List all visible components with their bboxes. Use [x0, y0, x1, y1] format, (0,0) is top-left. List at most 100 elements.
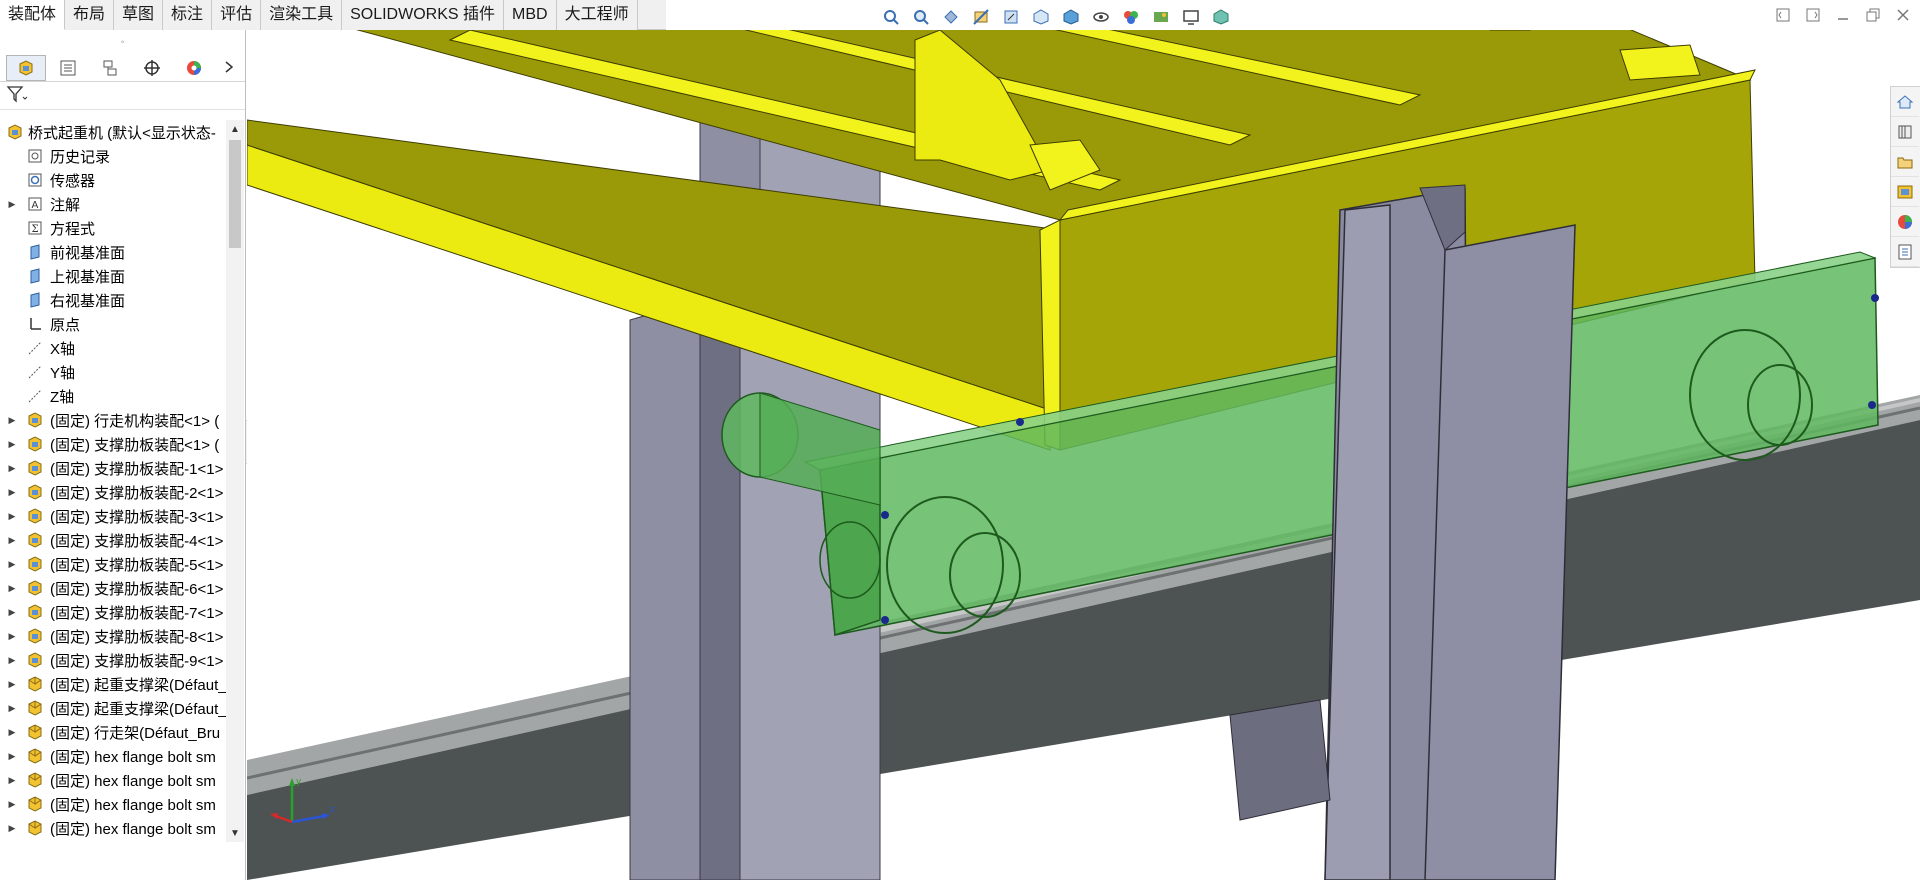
tree-item[interactable]: 上视基准面 — [0, 264, 226, 288]
tree-item[interactable]: ▶ (固定) 行走架(Défaut_Bru — [0, 720, 226, 744]
scroll-thumb[interactable] — [229, 140, 241, 248]
tree-item[interactable]: ▶ (固定) 支撑肋板装配-8<1> — [0, 624, 226, 648]
tree-item[interactable]: ▶(固定) hex flange bolt sm — [0, 816, 226, 840]
sensor-icon — [26, 171, 44, 189]
expand-arrow-icon[interactable]: ▶ — [6, 487, 18, 498]
chevron-right-icon[interactable] — [219, 57, 239, 77]
expand-arrow-icon[interactable]: ▶ — [6, 631, 18, 642]
tree-item[interactable]: ▶ (固定) 支撑肋板装配-4<1> — [0, 528, 226, 552]
custom-properties-icon[interactable] — [1891, 237, 1919, 267]
tree-item[interactable]: ▶ (固定) 支撑肋板装配-9<1> — [0, 648, 226, 672]
display-pane-icon[interactable] — [1210, 6, 1232, 28]
tree-item[interactable]: ▶ (固定) 支撑肋板装配-7<1> — [0, 600, 226, 624]
tree-item[interactable]: ▶(固定) hex flange bolt sm — [0, 744, 226, 768]
restore-left-icon[interactable] — [1774, 6, 1792, 24]
graphics-viewport[interactable]: z y — [247, 30, 1920, 880]
tree-item[interactable]: Y轴 — [0, 360, 226, 384]
file-explorer-icon[interactable] — [1891, 147, 1919, 177]
tree-item[interactable]: ▶ (固定) 支撑肋板装配-3<1> — [0, 504, 226, 528]
minimize-icon[interactable] — [1834, 6, 1852, 24]
expand-arrow-icon[interactable]: ▶ — [6, 775, 18, 786]
expand-arrow-icon[interactable]: ▶ — [6, 463, 18, 474]
design-library-icon[interactable] — [1891, 117, 1919, 147]
tree-item[interactable]: ▶ A 注解 — [0, 192, 226, 216]
configuration-manager-tab-icon[interactable] — [90, 55, 130, 81]
tab-3[interactable]: 标注 — [163, 0, 213, 30]
tree-item[interactable]: ▶ (固定) 起重支撑梁(Défaut_ — [0, 696, 226, 720]
view-palette-icon[interactable] — [1891, 177, 1919, 207]
tab-2[interactable]: 草图 — [114, 0, 164, 30]
tree-item[interactable]: X轴 — [0, 336, 226, 360]
tab-6[interactable]: SOLIDWORKS 插件 — [342, 0, 505, 30]
property-manager-tab-icon[interactable] — [48, 55, 88, 81]
expand-arrow-icon[interactable]: ▶ — [6, 751, 18, 762]
feature-manager-panel: ◦ 桥式起重机 (默认<显示状态- 历史记录 传感器 ▶ A 注解 Σ 方程式 前视基准面 上视… — [0, 30, 246, 880]
tree-root-assembly[interactable]: 桥式起重机 (默认<显示状态- — [0, 120, 226, 144]
tree-item[interactable]: ▶ (固定) 起重支撑梁(Défaut_ — [0, 672, 226, 696]
section-view-icon[interactable] — [970, 6, 992, 28]
close-icon[interactable] — [1894, 6, 1912, 24]
tree-item[interactable]: ▶ (固定) 支撑肋板装配-6<1> — [0, 576, 226, 600]
expand-arrow-icon[interactable]: ▶ — [6, 583, 18, 594]
tab-7[interactable]: MBD — [504, 0, 557, 30]
scroll-up-icon[interactable]: ▲ — [226, 120, 244, 138]
edit-appearance-icon[interactable] — [1120, 6, 1142, 28]
view-orientation-icon[interactable] — [1030, 6, 1052, 28]
restore-right-icon[interactable] — [1804, 6, 1822, 24]
tree-filter[interactable] — [0, 82, 245, 110]
tree-item[interactable]: ▶ (固定) 支撑肋板装配<1> ( — [0, 432, 226, 456]
zoom-to-fit-icon[interactable] — [880, 6, 902, 28]
tree-item[interactable]: Z轴 — [0, 384, 226, 408]
tree-item[interactable]: ▶(固定) hex flange bolt sm — [0, 840, 226, 842]
tree-item[interactable]: ▶ (固定) 支撑肋板装配-5<1> — [0, 552, 226, 576]
tree-vertical-scrollbar[interactable]: ▲ ▼ — [226, 120, 244, 842]
expand-arrow-icon[interactable]: ▶ — [6, 535, 18, 546]
expand-arrow-icon[interactable]: ▶ — [6, 703, 18, 714]
expand-arrow-icon[interactable]: ▶ — [6, 199, 18, 210]
tree-item[interactable]: 原点 — [0, 312, 226, 336]
expand-arrow-icon[interactable]: ▶ — [6, 415, 18, 426]
previous-view-icon[interactable] — [940, 6, 962, 28]
tab-8[interactable]: 大工程师 — [556, 0, 638, 30]
tree-item[interactable]: ▶ (固定) 支撑肋板装配-2<1> — [0, 480, 226, 504]
expand-arrow-icon[interactable]: ▶ — [6, 559, 18, 570]
expand-arrow-icon[interactable]: ▶ — [6, 799, 18, 810]
tree-item[interactable]: ▶ (固定) 行走机构装配<1> ( — [0, 408, 226, 432]
dimxpert-manager-tab-icon[interactable] — [132, 55, 172, 81]
maximize-icon[interactable] — [1864, 6, 1882, 24]
scroll-down-icon[interactable]: ▼ — [226, 824, 244, 842]
tree-item[interactable]: ▶ (固定) 支撑肋板装配-1<1> — [0, 456, 226, 480]
dynamic-annotation-icon[interactable] — [1000, 6, 1022, 28]
home-icon[interactable] — [1891, 87, 1919, 117]
tab-5[interactable]: 渲染工具 — [261, 0, 343, 30]
tree-item-label: (固定) 支撑肋板装配-4<1> — [50, 532, 224, 550]
part-icon — [26, 819, 44, 837]
filter-icon[interactable] — [6, 85, 28, 107]
tree-item[interactable]: ▶(固定) hex flange bolt sm — [0, 768, 226, 792]
hide-show-items-icon[interactable] — [1090, 6, 1112, 28]
zoom-area-icon[interactable] — [910, 6, 932, 28]
appearances-scenes-icon[interactable] — [1891, 207, 1919, 237]
tab-1[interactable]: 布局 — [65, 0, 115, 30]
view-settings-icon[interactable] — [1180, 6, 1202, 28]
display-manager-tab-icon[interactable] — [174, 55, 214, 81]
expand-arrow-icon[interactable]: ▶ — [6, 607, 18, 618]
apply-scene-icon[interactable] — [1150, 6, 1172, 28]
tree-item[interactable]: 前视基准面 — [0, 240, 226, 264]
expand-arrow-icon[interactable]: ▶ — [6, 511, 18, 522]
feature-manager-tab-icon[interactable] — [6, 54, 46, 81]
tree-item[interactable]: 传感器 — [0, 168, 226, 192]
tab-0[interactable]: 装配体 — [0, 0, 66, 30]
panel-grip-icon[interactable]: ◦ — [0, 30, 245, 54]
tab-4[interactable]: 评估 — [212, 0, 262, 30]
expand-arrow-icon[interactable]: ▶ — [6, 823, 18, 834]
tree-item[interactable]: Σ 方程式 — [0, 216, 226, 240]
tree-item[interactable]: 历史记录 — [0, 144, 226, 168]
tree-item[interactable]: 右视基准面 — [0, 288, 226, 312]
expand-arrow-icon[interactable]: ▶ — [6, 727, 18, 738]
expand-arrow-icon[interactable]: ▶ — [6, 679, 18, 690]
expand-arrow-icon[interactable]: ▶ — [6, 439, 18, 450]
tree-item[interactable]: ▶(固定) hex flange bolt sm — [0, 792, 226, 816]
display-style-icon[interactable] — [1060, 6, 1082, 28]
expand-arrow-icon[interactable]: ▶ — [6, 655, 18, 666]
